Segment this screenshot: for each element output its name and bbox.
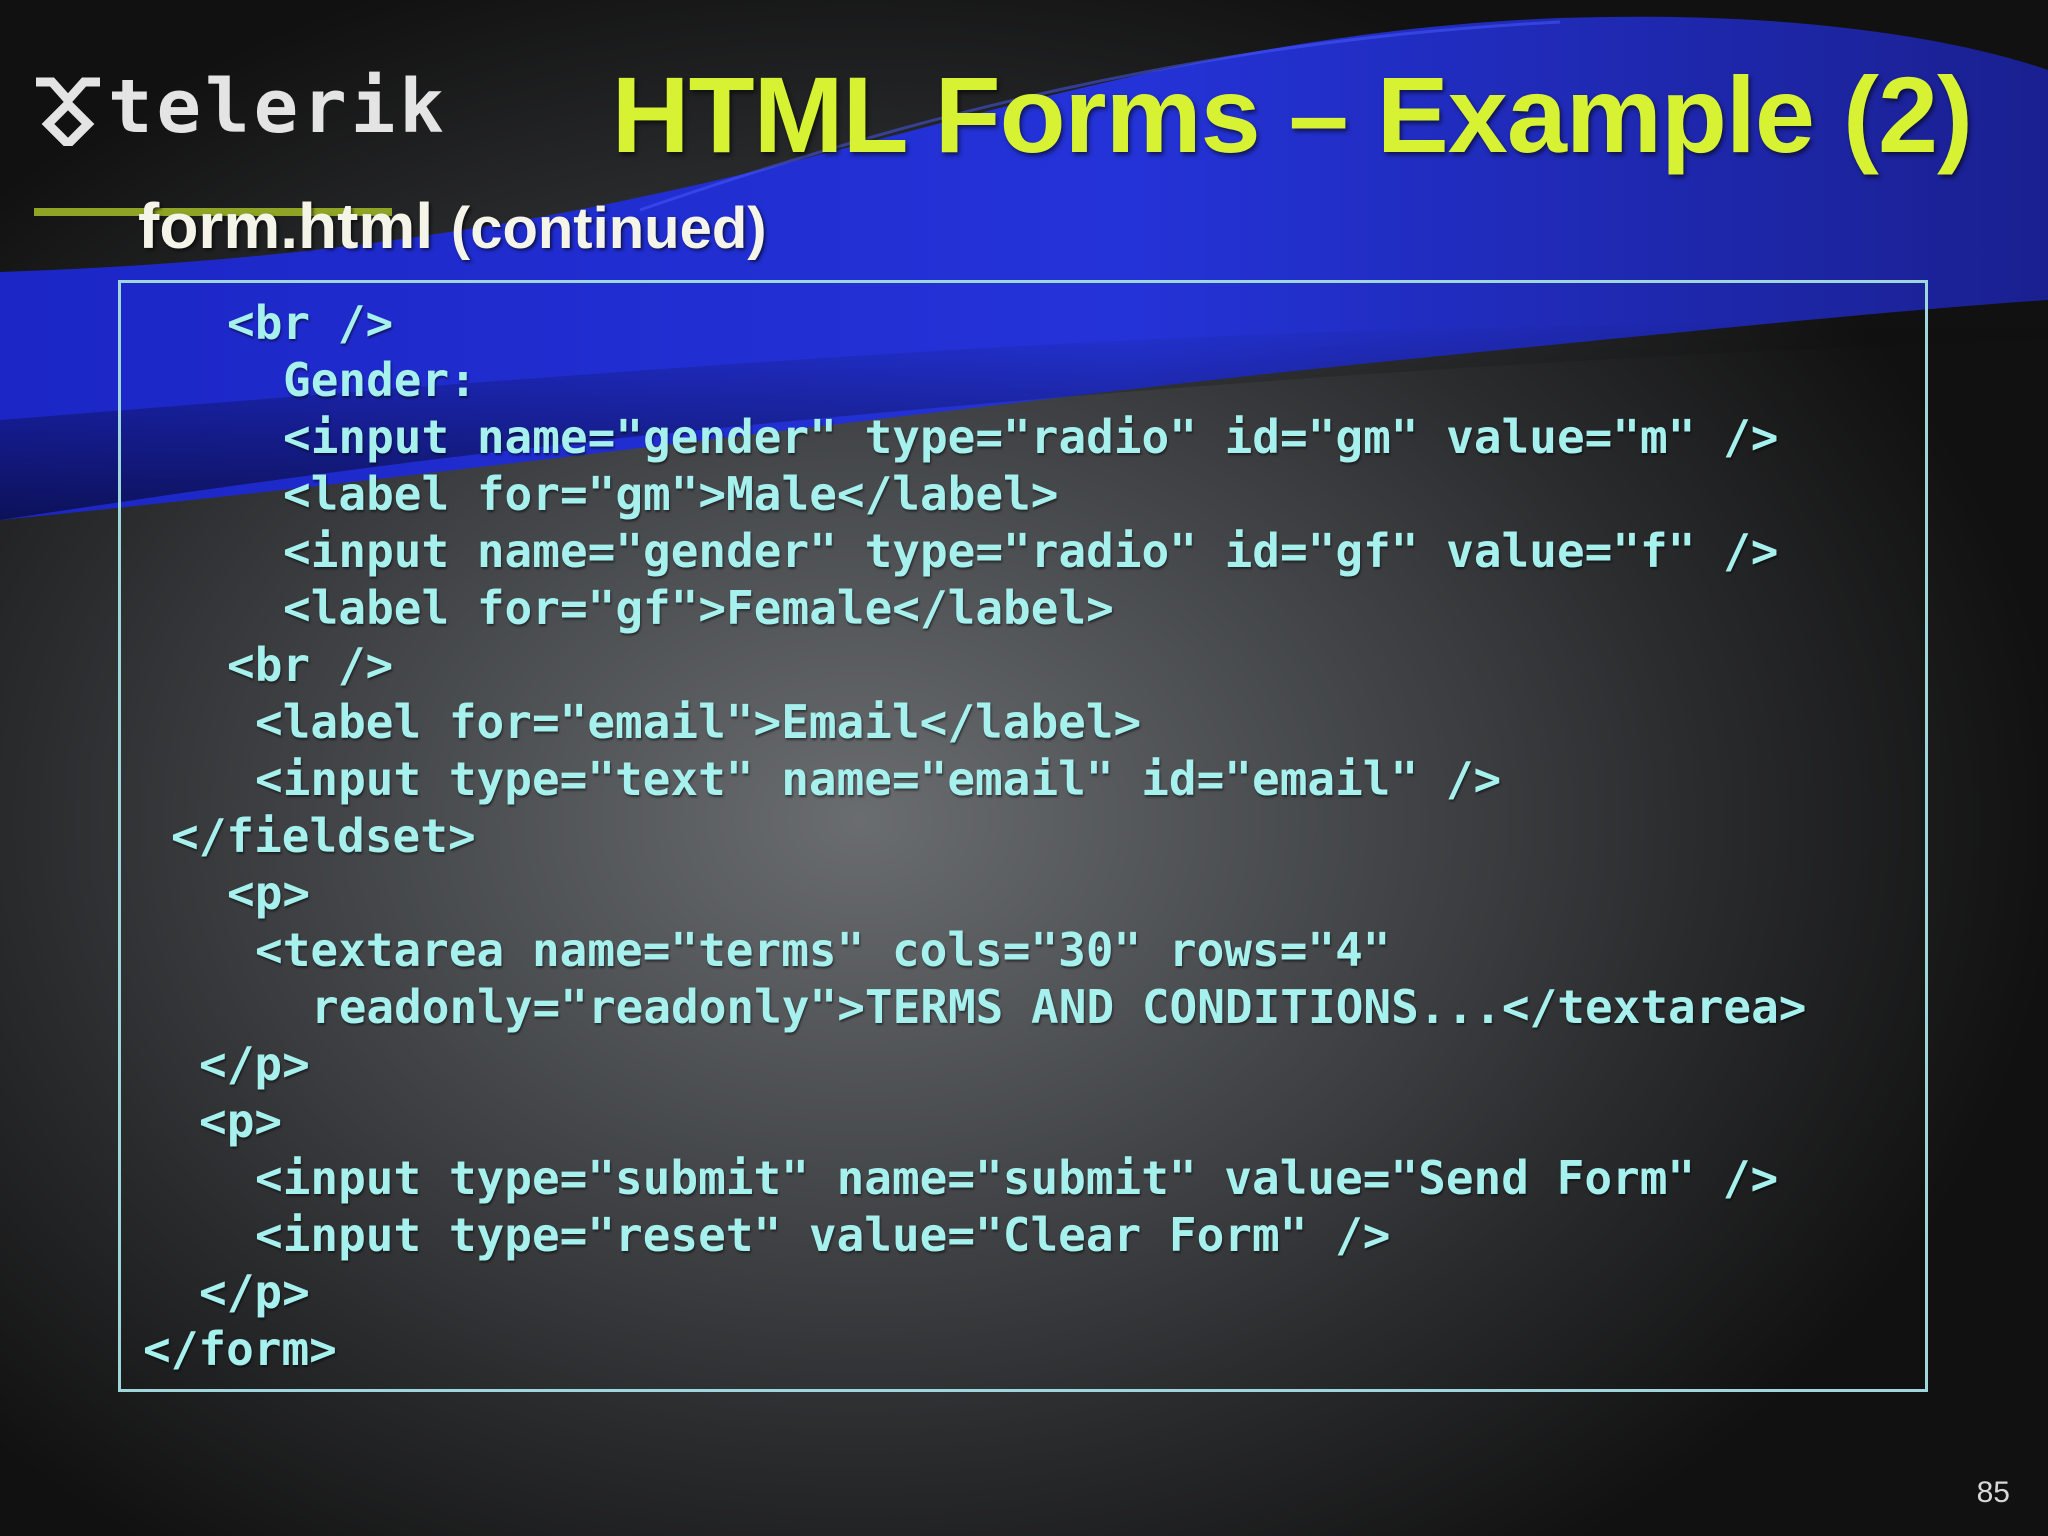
code-line: <label for="gm">Male</label>	[283, 467, 1059, 521]
telerik-mark-icon	[36, 77, 100, 146]
code-line: <input type="submit" name="submit" value…	[255, 1151, 1779, 1205]
code-line: Gender:	[283, 353, 477, 407]
code-line: <input type="reset" value="Clear Form" /…	[255, 1208, 1391, 1262]
code-line: <p>	[227, 866, 311, 920]
code-line: <br />	[227, 296, 394, 350]
code-line: </form>	[143, 1322, 337, 1376]
code-line: </fieldset>	[171, 809, 476, 863]
subtitle-filename: form.html	[138, 190, 434, 262]
code-line: <input name="gender" type="radio" id="gf…	[283, 524, 1779, 578]
subtitle-note: (continued)	[450, 196, 767, 261]
slide-title: HTML Forms – Example (2)	[611, 54, 1973, 175]
logo-wordmark: telerik	[108, 64, 448, 150]
telerik-logo: telerik	[32, 62, 444, 216]
code-line: readonly="readonly">TERMS AND CONDITIONS…	[311, 980, 1807, 1034]
code-line: <p>	[199, 1094, 283, 1148]
code-line: <input name="gender" type="radio" id="gm…	[283, 410, 1779, 464]
code-line: </p>	[199, 1265, 310, 1319]
code-line: </p>	[199, 1037, 310, 1091]
code-line: <textarea name="terms" cols="30" rows="4…	[255, 923, 1391, 977]
code-line: <input type="text" name="email" id="emai…	[255, 752, 1502, 806]
slide-subtitle: form.html (continued)	[138, 186, 767, 269]
code-line: <label for="gf">Female</label>	[283, 581, 1114, 635]
code-line: <label for="email">Email</label>	[255, 695, 1142, 749]
code-block: <br /> Gender: <input name="gender" type…	[118, 280, 1928, 1392]
code-line: <br />	[227, 638, 394, 692]
page-number: 85	[1976, 1476, 2010, 1509]
